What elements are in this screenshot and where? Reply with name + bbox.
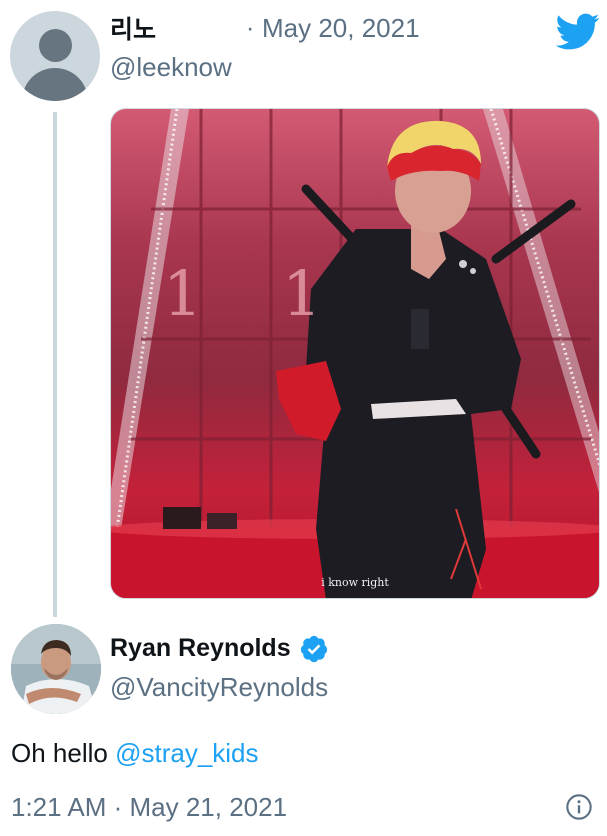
led-wall-numbers: 1 1	[163, 257, 352, 330]
media-scene	[111, 109, 599, 598]
tweet-text: Oh hello	[11, 738, 116, 768]
mention-link[interactable]: @stray_kids	[115, 738, 258, 768]
tweet-date[interactable]: May 20, 2021	[262, 13, 420, 44]
tweet-media-video[interactable]: 1 1 i know right	[110, 108, 600, 599]
author-display-name[interactable]: Ryan Reynolds	[110, 634, 291, 663]
author-handle[interactable]: @leeknow	[110, 52, 232, 83]
tweet-timestamp[interactable]: 1:21 AM · May 21, 2021	[11, 792, 287, 823]
author-display-name[interactable]: 리노	[110, 10, 156, 46]
thread-connector-line	[53, 112, 57, 617]
twitter-bird-icon[interactable]	[556, 13, 600, 51]
avatar-body-shape	[22, 68, 88, 101]
info-icon[interactable]	[565, 793, 593, 821]
author-handle[interactable]: @VancityReynolds	[110, 672, 328, 703]
media-caption: i know right	[321, 576, 389, 589]
avatar-photo	[11, 624, 101, 714]
tweet-body: Oh hello @stray_kids	[11, 738, 259, 769]
avatar-head-shape	[39, 29, 72, 62]
ryan-reynolds-avatar[interactable]	[11, 624, 101, 714]
default-avatar[interactable]	[10, 11, 100, 101]
date-separator: ·	[246, 14, 255, 42]
verified-badge-icon	[300, 635, 328, 663]
